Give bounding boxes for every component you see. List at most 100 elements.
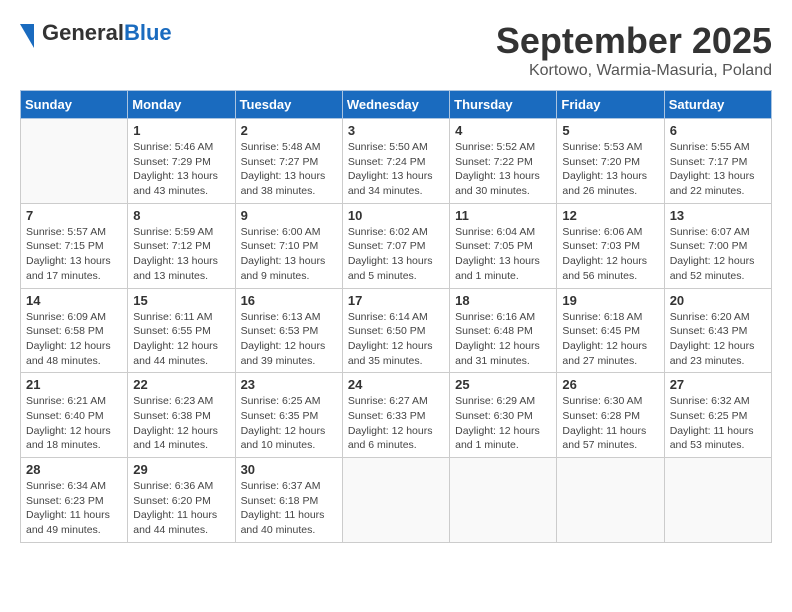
day-number: 9: [241, 208, 337, 223]
title-area: September 2025 Kortowo, Warmia-Masuria, …: [496, 20, 772, 80]
day-number: 21: [26, 377, 122, 392]
calendar-cell: 12 Sunrise: 6:06 AMSunset: 7:03 PMDayligh…: [557, 203, 664, 288]
calendar-cell: [557, 458, 664, 543]
day-number: 15: [133, 293, 229, 308]
day-info: Sunrise: 6:21 AMSunset: 6:40 PMDaylight:…: [26, 394, 122, 453]
day-info: Sunrise: 6:30 AMSunset: 6:28 PMDaylight:…: [562, 394, 658, 453]
day-number: 18: [455, 293, 551, 308]
day-number: 25: [455, 377, 551, 392]
calendar-cell: 24 Sunrise: 6:27 AMSunset: 6:33 PMDayligh…: [342, 373, 449, 458]
day-number: 20: [670, 293, 766, 308]
day-number: 23: [241, 377, 337, 392]
day-number: 13: [670, 208, 766, 223]
calendar-week-4: 21 Sunrise: 6:21 AMSunset: 6:40 PMDayligh…: [21, 373, 772, 458]
day-number: 8: [133, 208, 229, 223]
calendar-cell: 6 Sunrise: 5:55 AMSunset: 7:17 PMDaylight…: [664, 119, 771, 204]
day-number: 14: [26, 293, 122, 308]
calendar-week-2: 7 Sunrise: 5:57 AMSunset: 7:15 PMDaylight…: [21, 203, 772, 288]
header-wednesday: Wednesday: [342, 91, 449, 119]
calendar-cell: [664, 458, 771, 543]
day-info: Sunrise: 6:14 AMSunset: 6:50 PMDaylight:…: [348, 310, 444, 369]
header-friday: Friday: [557, 91, 664, 119]
day-number: 4: [455, 123, 551, 138]
day-info: Sunrise: 6:06 AMSunset: 7:03 PMDaylight:…: [562, 225, 658, 284]
day-info: Sunrise: 5:55 AMSunset: 7:17 PMDaylight:…: [670, 140, 766, 199]
day-info: Sunrise: 6:32 AMSunset: 6:25 PMDaylight:…: [670, 394, 766, 453]
day-number: 28: [26, 462, 122, 477]
day-number: 17: [348, 293, 444, 308]
day-info: Sunrise: 6:36 AMSunset: 6:20 PMDaylight:…: [133, 479, 229, 538]
calendar-cell: 10Sunrise: 6:02 AMSunset: 7:07 PMDayligh…: [342, 203, 449, 288]
calendar-cell: 17 Sunrise: 6:14 AMSunset: 6:50 PMDayligh…: [342, 288, 449, 373]
day-info: Sunrise: 6:13 AMSunset: 6:53 PMDaylight:…: [241, 310, 337, 369]
calendar-cell: 19 Sunrise: 6:18 AMSunset: 6:45 PMDayligh…: [557, 288, 664, 373]
calendar-cell: 9 Sunrise: 6:00 AMSunset: 7:10 PMDaylight…: [235, 203, 342, 288]
calendar-cell: 18 Sunrise: 6:16 AMSunset: 6:48 PMDayligh…: [450, 288, 557, 373]
calendar-cell: 23Sunrise: 6:25 AMSunset: 6:35 PMDayligh…: [235, 373, 342, 458]
calendar-cell: 30Sunrise: 6:37 AMSunset: 6:18 PMDayligh…: [235, 458, 342, 543]
day-number: 11: [455, 208, 551, 223]
day-number: 30: [241, 462, 337, 477]
day-info: Sunrise: 5:59 AMSunset: 7:12 PMDaylight:…: [133, 225, 229, 284]
header-monday: Monday: [128, 91, 235, 119]
day-number: 7: [26, 208, 122, 223]
day-number: 22: [133, 377, 229, 392]
calendar-cell: 26 Sunrise: 6:30 AMSunset: 6:28 PMDayligh…: [557, 373, 664, 458]
day-info: Sunrise: 6:11 AMSunset: 6:55 PMDaylight:…: [133, 310, 229, 369]
day-info: Sunrise: 6:34 AMSunset: 6:23 PMDaylight:…: [26, 479, 122, 538]
day-number: 1: [133, 123, 229, 138]
calendar-cell: 21 Sunrise: 6:21 AMSunset: 6:40 PMDayligh…: [21, 373, 128, 458]
day-info: Sunrise: 6:20 AMSunset: 6:43 PMDaylight:…: [670, 310, 766, 369]
location-title: Kortowo, Warmia-Masuria, Poland: [496, 62, 772, 80]
calendar-cell: 13 Sunrise: 6:07 AMSunset: 7:00 PMDayligh…: [664, 203, 771, 288]
day-number: 10: [348, 208, 444, 223]
header-sunday: Sunday: [21, 91, 128, 119]
calendar-cell: 20 Sunrise: 6:20 AMSunset: 6:43 PMDayligh…: [664, 288, 771, 373]
day-info: Sunrise: 6:16 AMSunset: 6:48 PMDaylight:…: [455, 310, 551, 369]
page-header: General Blue GeneralBlue September 2025 …: [20, 20, 772, 80]
day-number: 5: [562, 123, 658, 138]
calendar-cell: 16Sunrise: 6:13 AMSunset: 6:53 PMDayligh…: [235, 288, 342, 373]
day-info: Sunrise: 6:29 AMSunset: 6:30 PMDaylight:…: [455, 394, 551, 453]
calendar-week-1: 1Sunrise: 5:46 AMSunset: 7:29 PMDaylight…: [21, 119, 772, 204]
day-number: 6: [670, 123, 766, 138]
calendar-cell: 28 Sunrise: 6:34 AMSunset: 6:23 PMDayligh…: [21, 458, 128, 543]
calendar-cell: 14 Sunrise: 6:09 AMSunset: 6:58 PMDayligh…: [21, 288, 128, 373]
day-info: Sunrise: 5:57 AMSunset: 7:15 PMDaylight:…: [26, 225, 122, 284]
calendar-cell: 7 Sunrise: 5:57 AMSunset: 7:15 PMDaylight…: [21, 203, 128, 288]
day-number: 3: [348, 123, 444, 138]
day-number: 29: [133, 462, 229, 477]
calendar-cell: 11 Sunrise: 6:04 AMSunset: 7:05 PMDayligh…: [450, 203, 557, 288]
day-number: 19: [562, 293, 658, 308]
calendar-cell: 29 Sunrise: 6:36 AMSunset: 6:20 PMDayligh…: [128, 458, 235, 543]
calendar-cell: 25 Sunrise: 6:29 AMSunset: 6:30 PMDayligh…: [450, 373, 557, 458]
month-title: September 2025: [496, 20, 772, 62]
day-info: Sunrise: 6:04 AMSunset: 7:05 PMDaylight:…: [455, 225, 551, 284]
header-tuesday: Tuesday: [235, 91, 342, 119]
day-number: 2: [241, 123, 337, 138]
day-number: 24: [348, 377, 444, 392]
calendar-cell: 4 Sunrise: 5:52 AMSunset: 7:22 PMDaylight…: [450, 119, 557, 204]
day-info: Sunrise: 6:07 AMSunset: 7:00 PMDaylight:…: [670, 225, 766, 284]
day-number: 26: [562, 377, 658, 392]
calendar-cell: 8 Sunrise: 5:59 AMSunset: 7:12 PMDaylight…: [128, 203, 235, 288]
day-info: Sunrise: 6:00 AMSunset: 7:10 PMDaylight:…: [241, 225, 337, 284]
day-info: Sunrise: 6:09 AMSunset: 6:58 PMDaylight:…: [26, 310, 122, 369]
calendar-cell: [450, 458, 557, 543]
calendar-cell: 27 Sunrise: 6:32 AMSunset: 6:25 PMDayligh…: [664, 373, 771, 458]
day-info: Sunrise: 6:27 AMSunset: 6:33 PMDaylight:…: [348, 394, 444, 453]
calendar-cell: 1Sunrise: 5:46 AMSunset: 7:29 PMDaylight…: [128, 119, 235, 204]
day-info: Sunrise: 5:52 AMSunset: 7:22 PMDaylight:…: [455, 140, 551, 199]
calendar-cell: [342, 458, 449, 543]
calendar-cell: 5 Sunrise: 5:53 AMSunset: 7:20 PMDaylight…: [557, 119, 664, 204]
calendar-cell: [21, 119, 128, 204]
day-info: Sunrise: 6:23 AMSunset: 6:38 PMDaylight:…: [133, 394, 229, 453]
day-info: Sunrise: 6:18 AMSunset: 6:45 PMDaylight:…: [562, 310, 658, 369]
day-number: 12: [562, 208, 658, 223]
calendar-cell: 15 Sunrise: 6:11 AMSunset: 6:55 PMDayligh…: [128, 288, 235, 373]
calendar-header-row: SundayMondayTuesdayWednesdayThursdayFrid…: [21, 91, 772, 119]
day-info: Sunrise: 5:53 AMSunset: 7:20 PMDaylight:…: [562, 140, 658, 199]
calendar-cell: 22 Sunrise: 6:23 AMSunset: 6:38 PMDayligh…: [128, 373, 235, 458]
calendar-table: SundayMondayTuesdayWednesdayThursdayFrid…: [20, 90, 772, 543]
day-number: 27: [670, 377, 766, 392]
